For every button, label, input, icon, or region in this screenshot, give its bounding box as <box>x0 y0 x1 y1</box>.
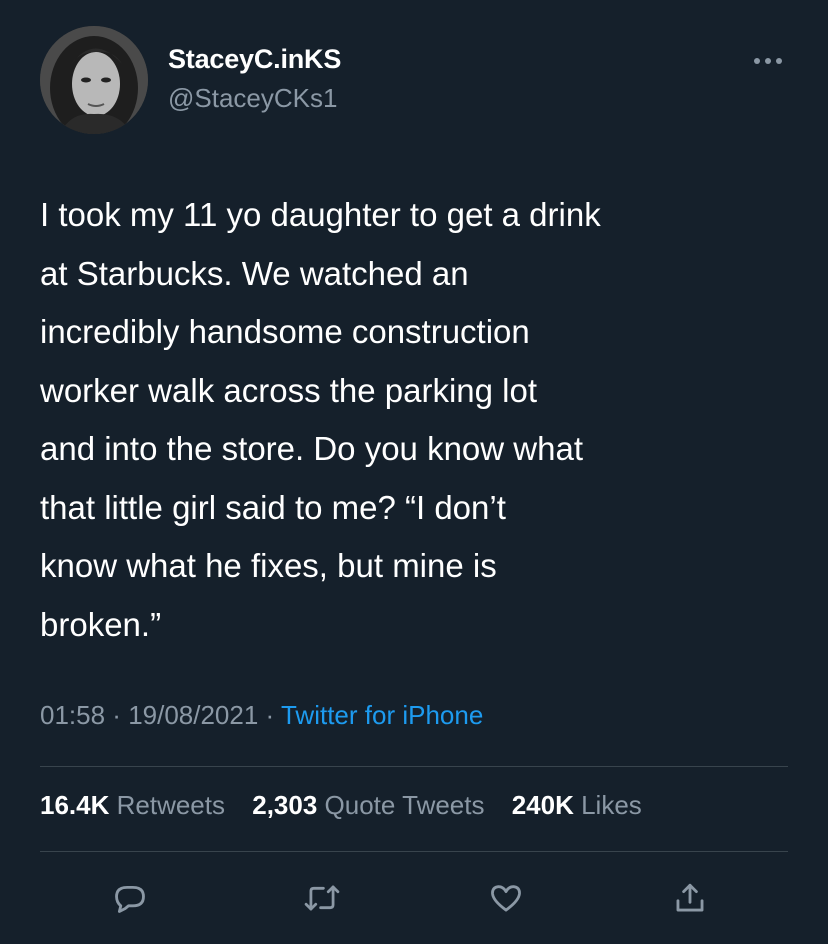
divider <box>40 766 788 767</box>
quote-tweets-label: Quote Tweets <box>317 790 485 820</box>
tweet-time[interactable]: 01:58 <box>40 700 105 730</box>
reply-icon[interactable] <box>108 876 152 920</box>
tweet-date[interactable]: 19/08/2021 <box>128 700 258 730</box>
meta-separator: · <box>258 700 281 730</box>
likes-stat[interactable]: 240K Likes <box>512 790 642 821</box>
more-options-icon[interactable] <box>748 46 788 76</box>
user-handle[interactable]: @StaceyCKs1 <box>168 83 337 114</box>
divider <box>40 851 788 852</box>
retweets-count: 16.4K <box>40 790 110 820</box>
likes-label: Likes <box>573 790 642 820</box>
profile-photo-icon <box>40 26 148 134</box>
share-icon[interactable] <box>668 876 712 920</box>
likes-count: 240K <box>511 790 574 820</box>
tweet-text: I took my 11 yo daughter to get a drink … <box>40 196 601 643</box>
tweet-meta: 01:58 · 19/08/2021 · Twitter for iPhone <box>40 700 483 731</box>
quote-tweets-count: 2,303 <box>252 790 318 820</box>
tweet-source-link[interactable]: Twitter for iPhone <box>281 700 483 730</box>
like-icon[interactable] <box>484 876 528 920</box>
retweets-label: Retweets <box>109 790 225 820</box>
retweets-stat[interactable]: 16.4K Retweets <box>40 790 225 821</box>
quote-tweets-stat[interactable]: 2,303 Quote Tweets <box>252 790 484 821</box>
meta-separator: · <box>105 700 129 730</box>
avatar[interactable] <box>40 26 148 134</box>
display-name[interactable]: StaceyC.inKS <box>168 44 341 75</box>
retweet-icon[interactable] <box>300 876 344 920</box>
engagement-stats: 16.4K Retweets 2,303 Quote Tweets 240K L… <box>40 790 642 821</box>
